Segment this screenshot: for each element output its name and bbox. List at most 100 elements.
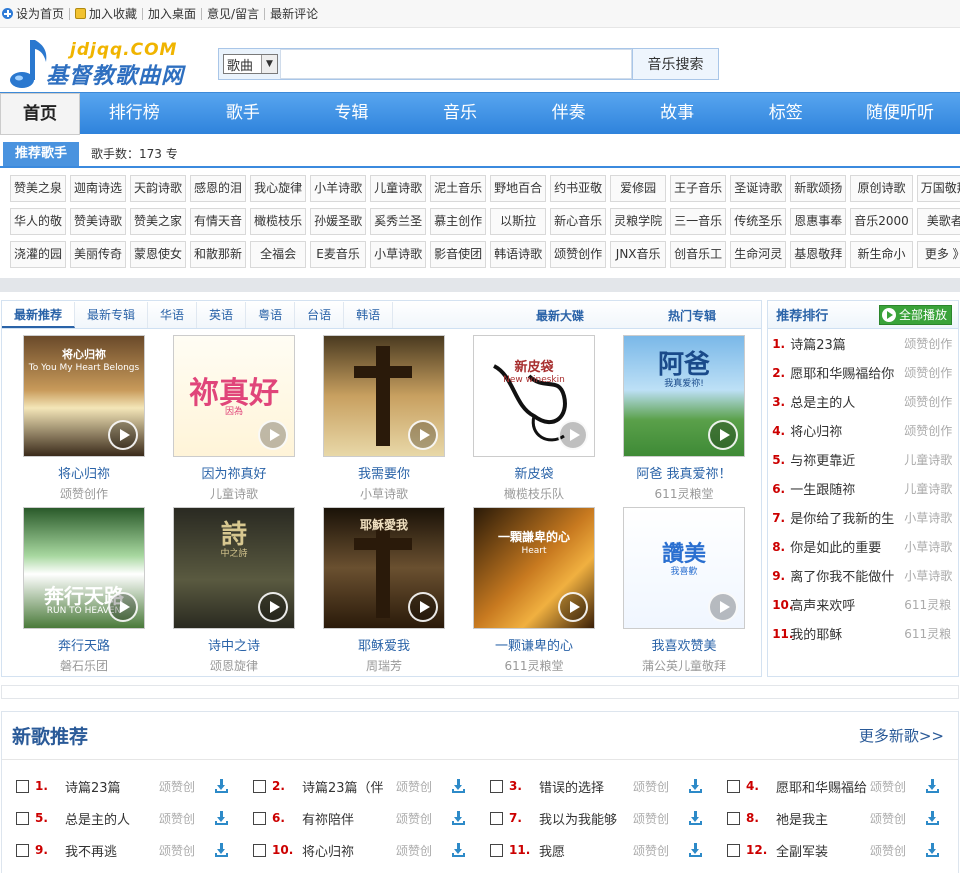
album-name[interactable]: 因为祢真好 <box>159 463 309 482</box>
song-artist[interactable]: 颂赞创 <box>159 778 215 795</box>
song-checkbox[interactable] <box>253 811 266 825</box>
rank-song-title[interactable]: 一生跟随祢 <box>790 479 904 498</box>
album-cover[interactable]: 詩中之詩 <box>173 507 295 629</box>
singer-link[interactable]: 美丽传奇 <box>70 241 127 268</box>
nav-albums[interactable]: 专辑 <box>297 93 406 135</box>
album-cover[interactable]: 奔行天路 RUN TO HEAVEN <box>23 507 145 629</box>
nav-random-listen[interactable]: 随便听听 <box>840 93 960 135</box>
rank-item[interactable]: 7. 是你给了我新的生 小草诗歌 <box>768 503 958 532</box>
singer-link[interactable]: JNX音乐 <box>610 241 667 268</box>
singer-link[interactable]: 慕主创作 <box>430 208 487 235</box>
singer-link[interactable]: 赞美之泉 <box>10 175 67 202</box>
album-item[interactable]: 耶穌愛我 耶稣爱我 周瑞芳 <box>309 507 459 673</box>
song-artist[interactable]: 颂赞创 <box>396 778 452 795</box>
singer-link[interactable]: 约书亚敬 <box>550 175 607 202</box>
rank-song-title[interactable]: 与祢更靠近 <box>790 450 904 469</box>
album-artist[interactable]: 颂恩旋律 <box>159 657 309 673</box>
song-title[interactable]: 诗篇23篇 <box>65 777 159 796</box>
rank-item[interactable]: 10. 高声来欢呼 611灵粮 <box>768 590 958 619</box>
song-title[interactable]: 错误的选择 <box>539 777 633 796</box>
song-title[interactable]: 诗篇23篇（伴 <box>302 777 396 796</box>
album-artist[interactable]: 小草诗歌 <box>309 485 459 501</box>
song-artist[interactable]: 颂赞创 <box>870 842 926 859</box>
singer-link[interactable]: 感恩的泪 <box>190 175 247 202</box>
song-checkbox[interactable] <box>253 779 266 793</box>
play-icon[interactable] <box>408 420 438 450</box>
set-homepage-link[interactable]: 设为首页 <box>2 5 64 22</box>
tab-english[interactable]: 英语 <box>197 302 247 328</box>
album-name[interactable]: 奔行天路 <box>9 635 159 654</box>
rank-song-title[interactable]: 你是如此的重要 <box>790 537 904 556</box>
album-item[interactable]: 祢真好 因為 因为祢真好 儿童诗歌 <box>159 335 309 501</box>
play-icon[interactable] <box>408 592 438 622</box>
singer-link[interactable]: 野地百合 <box>490 175 547 202</box>
singer-link[interactable]: E麦音乐 <box>310 241 367 268</box>
nav-singers[interactable]: 歌手 <box>189 93 298 135</box>
tab-taiwanese[interactable]: 台语 <box>295 302 345 328</box>
singer-link[interactable]: 孙媛圣歌 <box>310 208 367 235</box>
rank-item[interactable]: 6. 一生跟随祢 儿童诗歌 <box>768 474 958 503</box>
tab-korean[interactable]: 韩语 <box>344 302 394 328</box>
singer-link[interactable]: 影音使团 <box>430 241 487 268</box>
nav-rankings[interactable]: 排行榜 <box>80 93 189 135</box>
rank-artist[interactable]: 611灵粮 <box>904 596 956 613</box>
singer-link[interactable]: 圣诞诗歌 <box>730 175 787 202</box>
rank-song-title[interactable]: 我的耶稣 <box>790 624 904 643</box>
rank-item[interactable]: 11. 我的耶稣 611灵粮 <box>768 619 958 648</box>
singer-link[interactable]: 小草诗歌 <box>370 241 427 268</box>
tab-chinese[interactable]: 华语 <box>148 302 198 328</box>
nav-music[interactable]: 音乐 <box>406 93 515 135</box>
add-favorite-link[interactable]: 加入收藏 <box>75 5 137 22</box>
play-icon[interactable] <box>108 420 138 450</box>
download-icon[interactable] <box>215 843 229 857</box>
singer-link[interactable]: 赞美之家 <box>130 208 187 235</box>
search-input[interactable] <box>280 49 632 79</box>
album-item[interactable]: 一顆謙卑的心 Heart 一颗谦卑的心 611灵粮堂 <box>459 507 609 673</box>
rank-song-title[interactable]: 诗篇23篇 <box>790 334 904 353</box>
singer-link[interactable]: 爱修园 <box>610 175 667 202</box>
singer-link[interactable]: 王子音乐 <box>670 175 727 202</box>
rank-artist[interactable]: 小草诗歌 <box>904 567 956 584</box>
singer-link[interactable]: 传统圣乐 <box>730 208 787 235</box>
tab-cantonese[interactable]: 粤语 <box>246 302 296 328</box>
singer-link[interactable]: 泥土音乐 <box>430 175 487 202</box>
tab-hot-albums[interactable]: 热门专辑 <box>656 303 728 329</box>
album-cover[interactable]: 讚美 我喜歡 <box>623 507 745 629</box>
nav-stories[interactable]: 故事 <box>623 93 732 135</box>
play-icon[interactable] <box>108 592 138 622</box>
song-title[interactable]: 愿耶和华赐福给 <box>776 777 870 796</box>
rank-song-title[interactable]: 高声来欢呼 <box>790 595 904 614</box>
song-title[interactable]: 总是主的人 <box>65 809 159 828</box>
album-cover[interactable]: 将心归祢 To You My Heart Belongs <box>23 335 145 457</box>
rank-artist[interactable]: 颂赞创作 <box>904 422 956 439</box>
song-title[interactable]: 我不再逃 <box>65 841 159 860</box>
rank-artist[interactable]: 儿童诗歌 <box>904 451 956 468</box>
nav-home[interactable]: 首页 <box>0 92 80 135</box>
song-checkbox[interactable] <box>253 843 266 857</box>
song-title[interactable]: 我以为我能够 <box>539 809 633 828</box>
tab-latest-albums[interactable]: 最新专辑 <box>75 302 149 328</box>
singer-link[interactable]: 小羊诗歌 <box>310 175 367 202</box>
singer-link[interactable]: 音乐2000 <box>850 208 913 235</box>
song-checkbox[interactable] <box>490 779 503 793</box>
song-title[interactable]: 有祢陪伴 <box>302 809 396 828</box>
song-checkbox[interactable] <box>727 843 740 857</box>
download-icon[interactable] <box>689 779 703 793</box>
album-name[interactable]: 一颗谦卑的心 <box>459 635 609 654</box>
singer-link[interactable]: 新歌颂扬 <box>790 175 847 202</box>
album-name[interactable]: 新皮袋 <box>459 463 609 482</box>
singer-link[interactable]: 浇灌的园 <box>10 241 67 268</box>
tab-latest-discs[interactable]: 最新大碟 <box>524 303 596 329</box>
singer-link[interactable]: 我心旋律 <box>250 175 307 202</box>
album-cover[interactable]: 耶穌愛我 <box>323 507 445 629</box>
song-checkbox[interactable] <box>727 779 740 793</box>
singer-link[interactable]: 颂赞创作 <box>550 241 607 268</box>
album-name[interactable]: 我需要你 <box>309 463 459 482</box>
singer-link[interactable]: 创音乐工 <box>670 241 727 268</box>
download-icon[interactable] <box>452 811 466 825</box>
album-item[interactable]: 奔行天路 RUN TO HEAVEN 奔行天路 磐石乐团 <box>9 507 159 673</box>
singer-link[interactable]: 新生命小 <box>850 241 913 268</box>
rank-artist[interactable]: 颂赞创作 <box>904 335 956 352</box>
rank-song-title[interactable]: 是你给了我新的生 <box>790 508 904 527</box>
album-item[interactable]: 詩中之詩 诗中之诗 颂恩旋律 <box>159 507 309 673</box>
